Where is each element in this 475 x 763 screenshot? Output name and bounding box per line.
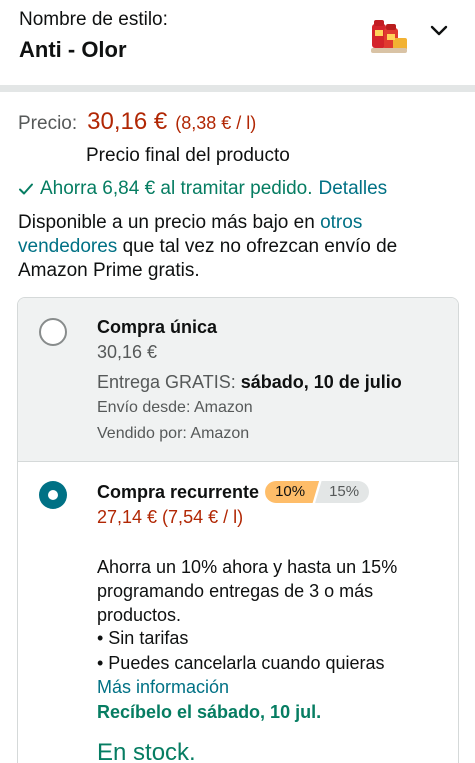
ships-from: Envío desde: Amazon [97, 399, 253, 416]
final-price-note: Precio final del producto [86, 145, 290, 166]
discount-badge-primary: 10% [265, 481, 320, 503]
recurring-bullet-no-fees: • Sin tarifas [97, 628, 189, 648]
delivery-estimate: Recíbelo el sábado, 10 jul. [97, 702, 322, 722]
delivery-prefix: Entrega GRATIS: [97, 372, 241, 392]
radio-one-time-purchase[interactable] [39, 318, 67, 346]
price-label: Precio: [18, 113, 78, 134]
one-time-price: 30,16 € [97, 342, 158, 362]
price-row: Precio: 30,16 € (8,38 € / l) [18, 108, 256, 138]
recurring-bullet-cancel: • Puedes cancelarla cuando quieras [97, 653, 385, 673]
check-icon [19, 183, 33, 195]
purchase-options-box: Compra única 30,16 € Entrega GRATIS: sáb… [17, 297, 459, 763]
other-sellers-notice: Disponible a un precio más bajo en otros… [18, 211, 458, 283]
stock-status: En stock. [97, 739, 196, 763]
one-time-title: Compra única [97, 317, 218, 337]
chevron-down-icon[interactable] [428, 20, 450, 42]
style-selector[interactable]: Nombre de estilo: Anti - Olor [0, 0, 475, 85]
radio-recurring-purchase[interactable] [39, 481, 67, 509]
more-info-link[interactable]: Más información [97, 677, 229, 698]
product-thumbnail [369, 16, 409, 56]
savings-details-link[interactable]: Detalles [319, 178, 388, 200]
recurring-title: Compra recurrente [97, 481, 260, 502]
recurring-title-row: Compra recurrente 10% 15% [97, 481, 370, 503]
one-time-delivery: Entrega GRATIS: sábado, 10 de julio [97, 372, 402, 393]
discount-badge-secondary: 15% [315, 481, 370, 503]
style-label: Nombre de estilo: [19, 9, 168, 30]
recurring-description: Ahorra un 10% ahora y hasta un 15% progr… [97, 557, 398, 625]
sold-by: Vendido por: Amazon [97, 425, 250, 442]
recurring-price: 27,14 € (7,54 € / l) [97, 507, 244, 527]
delivery-date: sábado, 10 de julio [240, 372, 402, 392]
unit-price: (8,38 € / l) [175, 113, 257, 133]
other-sellers-prefix: Disponible a un precio más bajo en [18, 212, 321, 233]
section-divider [0, 85, 475, 92]
option-one-time-purchase[interactable]: Compra única 30,16 € Entrega GRATIS: sáb… [18, 298, 458, 462]
price-amount: 30,16 € [87, 108, 168, 135]
savings-row: Ahorra 6,84 € al tramitar pedido. Detall… [18, 178, 387, 200]
style-value: Anti - Olor [19, 37, 127, 62]
savings-text: Ahorra 6,84 € al tramitar pedido. [40, 178, 313, 199]
